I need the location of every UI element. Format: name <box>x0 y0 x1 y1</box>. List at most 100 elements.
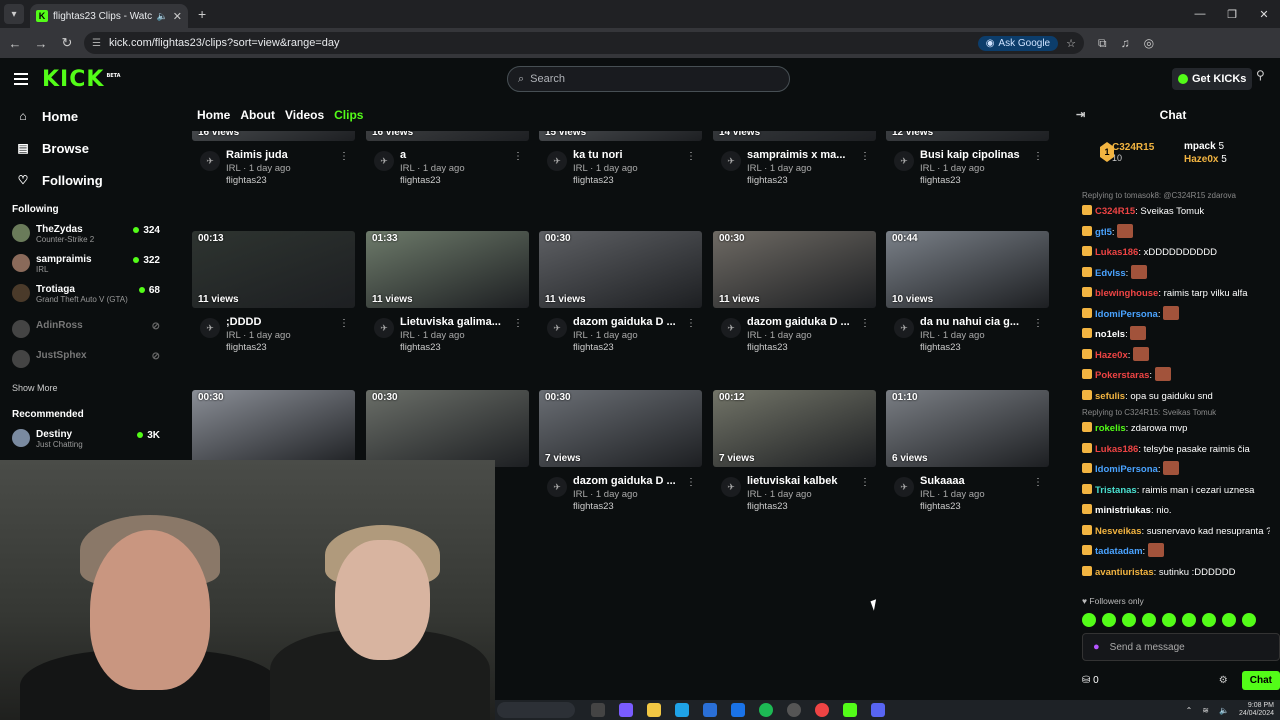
clip-card[interactable]: 00:30 7 views ✈ dazom gaiduka D ... IRL · 1 … <box>539 390 702 519</box>
clip-channel-avatar-icon[interactable]: ✈ <box>374 151 394 171</box>
chat-username[interactable]: Pokerstaras <box>1095 370 1149 381</box>
task-view-icon[interactable] <box>591 703 605 717</box>
show-more-link[interactable]: Show More <box>0 375 180 401</box>
emote-icon[interactable] <box>1162 613 1176 627</box>
clip-channel-avatar-icon[interactable]: ✈ <box>200 318 220 338</box>
channel-item[interactable]: Trotiaga Grand Theft Auto V (GTA) 68 <box>0 279 180 315</box>
more-options-icon[interactable]: ⋮ <box>1033 477 1043 488</box>
channel-item[interactable]: JustSphex ⊘ <box>0 345 180 375</box>
gifter-row[interactable]: mpack 5 <box>1184 140 1227 153</box>
clip-channel-avatar-icon[interactable]: ✈ <box>894 151 914 171</box>
clip-title[interactable]: ;DDDD <box>226 316 342 328</box>
steam-icon[interactable] <box>787 703 801 717</box>
clip-streamer[interactable]: flightas23 <box>226 175 355 186</box>
clip-thumbnail[interactable]: 00:30 <box>192 390 355 467</box>
back-button[interactable]: ← <box>4 32 26 54</box>
chat-username[interactable]: C324R15 <box>1095 206 1135 217</box>
clip-card[interactable]: 16 views ✈ a IRL · 1 day ago flightas23 ⋮ <box>366 64 529 193</box>
more-options-icon[interactable]: ⋮ <box>860 318 870 329</box>
clip-channel-avatar-icon[interactable]: ✈ <box>547 477 567 497</box>
more-options-icon[interactable]: ⋮ <box>686 477 696 488</box>
spotify-icon[interactable] <box>759 703 773 717</box>
sidebar-item-browse[interactable]: ▤ Browse <box>0 132 180 164</box>
channel-item[interactable]: TheZydas Counter-Strike 2 324 <box>0 219 180 249</box>
emote-icon[interactable] <box>1202 613 1216 627</box>
clip-card[interactable]: 01:33 11 views ✈ Lietuviska galima... IRL · … <box>366 231 529 360</box>
volume-icon[interactable]: 🔈 <box>1219 706 1229 715</box>
chat-message-input[interactable]: ● Send a message <box>1082 633 1280 661</box>
extensions-icon[interactable]: ⧉ <box>1098 36 1107 51</box>
chat-username[interactable]: Nesveikas <box>1095 526 1141 537</box>
get-kicks-button[interactable]: Get KICKs <box>1172 68 1253 90</box>
sidebar-item-following[interactable]: ♡ Following <box>0 164 180 196</box>
maximize-button[interactable]: ❐ <box>1216 0 1248 28</box>
more-options-icon[interactable]: ⋮ <box>339 318 349 329</box>
clip-card[interactable]: 12 views ✈ Busi kaip cipolinas IRL · 1 day … <box>886 64 1049 193</box>
clip-card[interactable]: 00:12 7 views ✈ lietuviskai kalbek IRL · 1 d… <box>713 390 876 519</box>
clip-thumbnail[interactable]: 16 views <box>366 131 529 141</box>
chat-username[interactable]: Tristanas <box>1095 485 1137 496</box>
emote-icon[interactable] <box>1142 613 1156 627</box>
clip-streamer[interactable]: flightas23 <box>920 501 1049 512</box>
clip-title[interactable]: dazom gaiduka D ... <box>747 316 863 328</box>
clock[interactable]: 9:08 PM 24/04/2024 <box>1239 702 1274 718</box>
clip-streamer[interactable]: flightas23 <box>747 175 876 186</box>
clip-title[interactable]: lietuviskai kalbek <box>747 475 863 487</box>
clip-title[interactable]: ka tu nori <box>573 149 689 161</box>
clip-thumbnail[interactable]: 16 views <box>192 131 355 141</box>
clip-streamer[interactable]: flightas23 <box>747 501 876 512</box>
clip-channel-avatar-icon[interactable]: ✈ <box>721 151 741 171</box>
sidebar-item-home[interactable]: ⌂ Home <box>0 100 180 132</box>
kick-logo[interactable]: KICK BETA <box>42 67 121 92</box>
top-gifter[interactable]: 1 C324R15 10 <box>1100 142 1154 163</box>
more-options-icon[interactable]: ⋮ <box>339 151 349 162</box>
chat-username[interactable]: Lukas186 <box>1095 247 1138 258</box>
kick-app-icon[interactable] <box>843 703 857 717</box>
clip-channel-avatar-icon[interactable]: ✈ <box>547 318 567 338</box>
clip-channel-avatar-icon[interactable]: ✈ <box>200 151 220 171</box>
taskbar-search[interactable] <box>497 702 575 718</box>
more-options-icon[interactable]: ⋮ <box>860 477 870 488</box>
bookmark-star-icon[interactable]: ☆ <box>1066 37 1076 50</box>
clip-streamer[interactable]: flightas23 <box>573 342 702 353</box>
wifi-icon[interactable]: ≋ <box>1202 706 1209 715</box>
close-tab-icon[interactable]: ✕ <box>173 10 182 23</box>
file-explorer-icon[interactable] <box>647 703 661 717</box>
clip-channel-avatar-icon[interactable]: ✈ <box>894 318 914 338</box>
clip-card[interactable]: 00:30 <box>192 390 355 467</box>
forward-button[interactable]: → <box>30 32 52 54</box>
hamburger-menu-icon[interactable] <box>14 73 28 85</box>
chat-username[interactable]: IdomiPersona <box>1095 464 1158 475</box>
more-options-icon[interactable]: ⋮ <box>1033 151 1043 162</box>
clip-title[interactable]: da nu nahui cia g... <box>920 316 1036 328</box>
clip-thumbnail[interactable]: 00:12 7 views <box>713 390 876 467</box>
points-icon[interactable]: ⛁ <box>1082 675 1090 686</box>
more-options-icon[interactable]: ⋮ <box>860 151 870 162</box>
clip-streamer[interactable]: flightas23 <box>226 342 355 353</box>
clip-streamer[interactable]: flightas23 <box>573 175 702 186</box>
clip-thumbnail[interactable]: 00:44 10 views <box>886 231 1049 308</box>
more-options-icon[interactable]: ⋮ <box>686 318 696 329</box>
clip-streamer[interactable]: flightas23 <box>747 342 876 353</box>
emote-icon[interactable] <box>1242 613 1256 627</box>
emote-icon[interactable] <box>1082 613 1096 627</box>
edge-icon[interactable] <box>675 703 689 717</box>
clip-streamer[interactable]: flightas23 <box>400 342 529 353</box>
clip-card[interactable]: 15 views ✈ ka tu nori IRL · 1 day ago flight… <box>539 64 702 193</box>
clip-channel-avatar-icon[interactable]: ✈ <box>547 151 567 171</box>
media-icon[interactable]: ♫ <box>1121 36 1130 51</box>
tray-chevron-icon[interactable]: ⌃ <box>1186 706 1193 715</box>
more-options-icon[interactable]: ⋮ <box>1033 318 1043 329</box>
address-bar[interactable]: ☰ kick.com/flightas23/clips?sort=view&ra… <box>84 32 1084 54</box>
browser-tab[interactable]: K flightas23 Clips - Watch Liv 🔈 ✕ <box>30 4 188 28</box>
store-icon[interactable] <box>703 703 717 717</box>
clip-card[interactable]: 00:44 10 views ✈ da nu nahui cia g... IRL · … <box>886 231 1049 360</box>
clip-card[interactable]: 00:13 11 views ✈ ;DDDD IRL · 1 day ago flight… <box>192 231 355 360</box>
clip-thumbnail[interactable]: 00:13 11 views <box>192 231 355 308</box>
reload-button[interactable]: ↻ <box>56 32 78 54</box>
clip-card[interactable]: 00:30 11 views ✈ dazom gaiduka D ... IRL · 1… <box>713 231 876 360</box>
clip-title[interactable]: sampraimis x ma... <box>747 149 863 161</box>
chat-username[interactable]: ministriukas <box>1095 505 1151 516</box>
microphone-icon[interactable]: ● <box>1093 641 1100 653</box>
new-tab-button[interactable]: + <box>198 6 206 22</box>
